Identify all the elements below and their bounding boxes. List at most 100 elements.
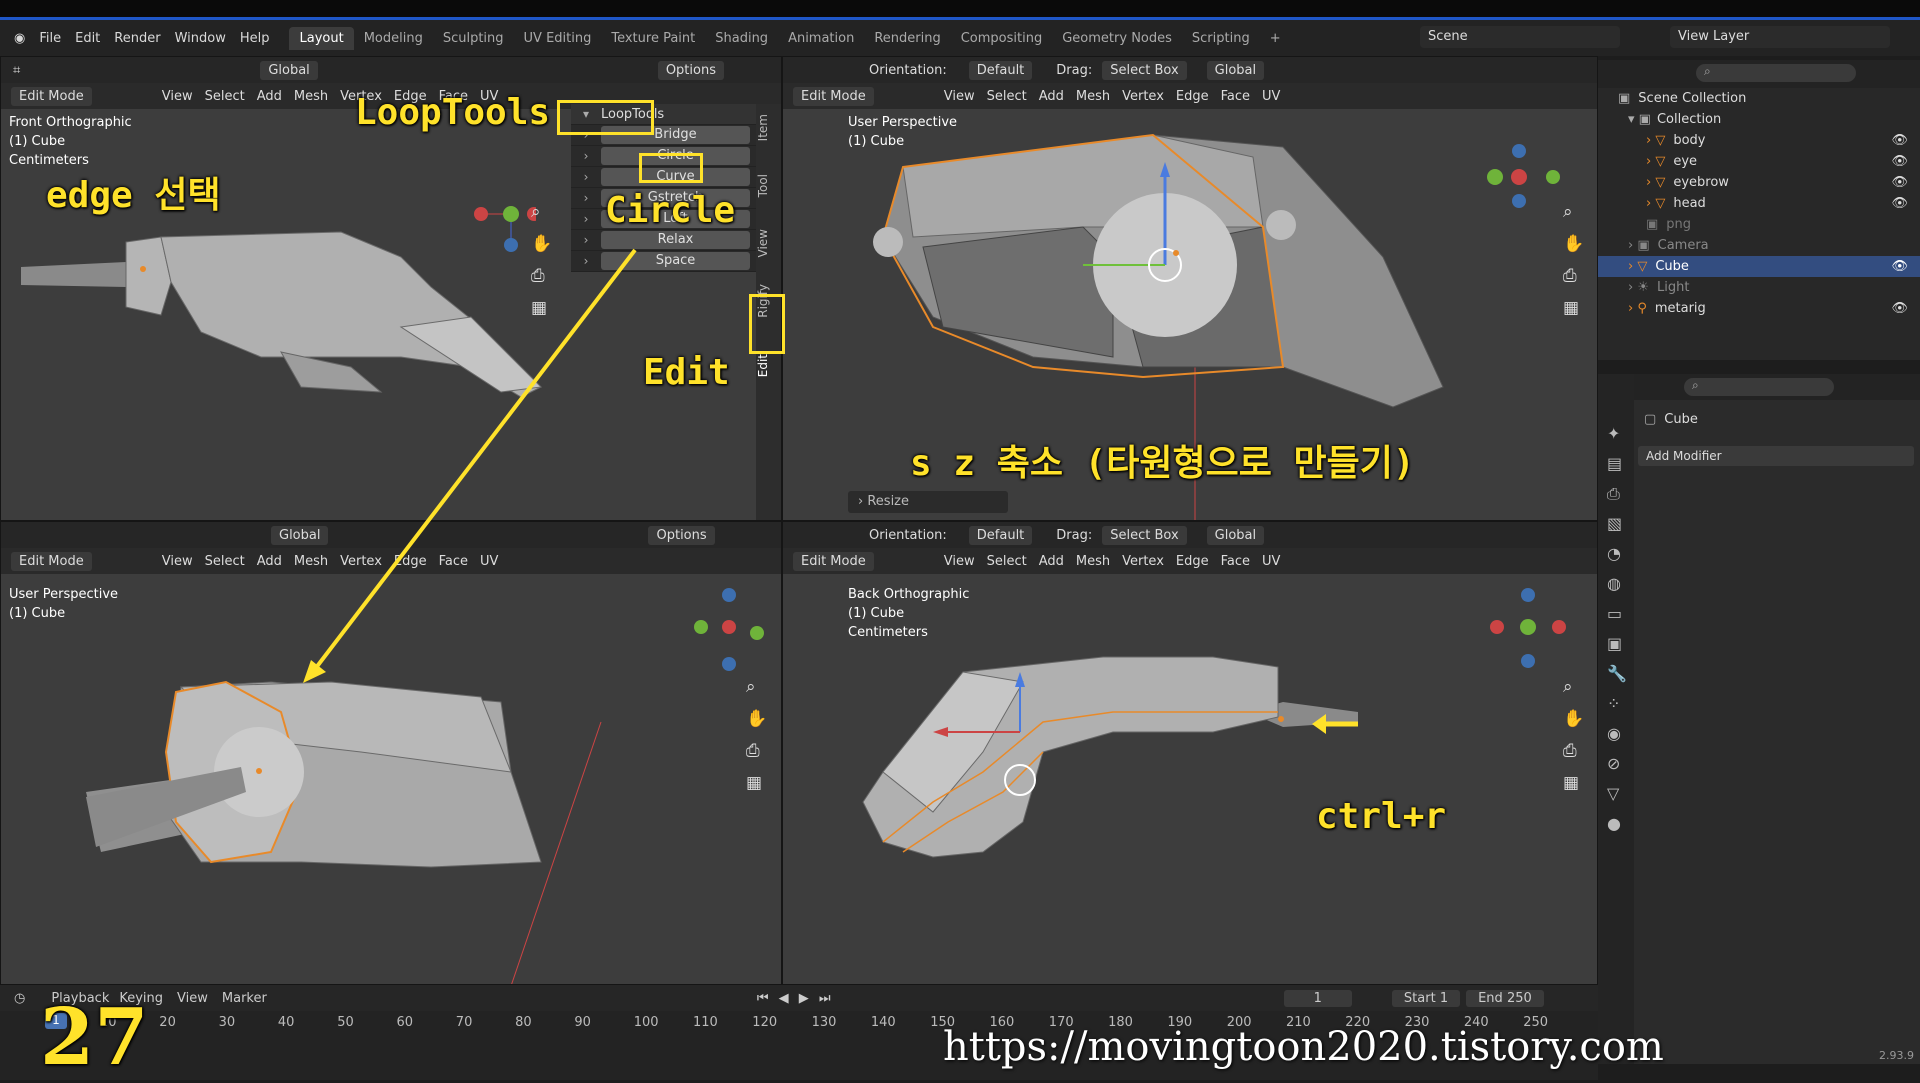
grid-icon[interactable]: ▦ (746, 773, 767, 793)
view-layer-selector[interactable]: View Layer (1670, 26, 1890, 48)
navigation-gizmo[interactable] (466, 142, 536, 262)
timeline-tick: 100 (633, 1015, 659, 1030)
outliner-item-eye[interactable]: › ▽ eye 👁 (1598, 151, 1920, 172)
playback-controls[interactable]: ⏮ ◀ ▶ ⏭ (757, 991, 834, 1006)
search-icon[interactable]: ⌕ (1696, 64, 1856, 82)
annotation-scale-z: s z 축소 (타원형으로 만들기) (910, 443, 1415, 484)
zoom-icon[interactable]: ⌕ (531, 202, 552, 222)
visibility-icon[interactable]: 👁 (1891, 301, 1908, 316)
outliner-item-cube[interactable]: › ▽ Cube 👁 (1598, 256, 1920, 277)
timeline-tick: 40 (277, 1015, 295, 1030)
pan-hand-icon[interactable]: ✋ (746, 709, 767, 729)
current-frame-field[interactable]: 1 (1283, 989, 1352, 1007)
tab-shading[interactable]: Shading (705, 27, 778, 50)
world-icon[interactable]: ◍ (1607, 569, 1634, 599)
outliner-item-metarig[interactable]: › ⚲ metarig 👁 (1598, 298, 1920, 319)
visibility-icon[interactable]: 👁 (1891, 196, 1908, 211)
menu-render[interactable]: Render (114, 31, 160, 46)
scene-selector[interactable]: Scene (1420, 26, 1620, 48)
annotation-looptools: LoopTools (355, 92, 551, 133)
tab-animation[interactable]: Animation (778, 27, 864, 50)
grid-icon[interactable]: ▦ (1563, 298, 1584, 318)
view-menu[interactable]: View (177, 991, 208, 1006)
outliner-item-body[interactable]: › ▽ body 👁 (1598, 130, 1920, 151)
tab-scripting[interactable]: Scripting (1182, 27, 1260, 50)
tab-view[interactable]: View (756, 229, 781, 257)
looptools-space[interactable]: › Space (571, 251, 756, 272)
collection-icon[interactable]: ▭ (1607, 599, 1634, 629)
menu-edit[interactable]: Edit (75, 31, 100, 46)
camera-icon[interactable]: ⎙ (746, 741, 767, 761)
visibility-icon[interactable]: 👁 (1891, 175, 1908, 190)
annotation-circle: Circle (605, 190, 736, 231)
outliner-item-eyebrow[interactable]: › ▽ eyebrow 👁 (1598, 172, 1920, 193)
camera-icon[interactable]: ⎙ (1563, 266, 1584, 286)
menu-help[interactable]: Help (240, 31, 270, 46)
outliner-item-head[interactable]: › ▽ head 👁 (1598, 193, 1920, 214)
data-icon[interactable]: ▽ (1607, 779, 1634, 809)
constraints-icon[interactable]: ⊘ (1607, 749, 1634, 779)
menu-file[interactable]: File (39, 31, 61, 46)
pan-hand-icon[interactable]: ✋ (1563, 709, 1584, 729)
collection-row[interactable]: ▾ ▣ Collection (1598, 109, 1920, 130)
visibility-icon[interactable]: 👁 (1891, 133, 1908, 148)
timeline-tick: 60 (396, 1015, 414, 1030)
tab-layout[interactable]: Layout (289, 26, 354, 50)
particles-icon[interactable]: ⁘ (1607, 689, 1634, 719)
grid-icon[interactable]: ▦ (531, 298, 552, 318)
outliner-item-camera[interactable]: › ▣ Camera (1598, 235, 1920, 256)
camera-icon[interactable]: ⎙ (1563, 741, 1584, 761)
properties-header: ⌕ (1634, 374, 1920, 400)
zoom-icon[interactable]: ⌕ (746, 677, 767, 697)
viewport-bottom-right[interactable]: Orientation: Default Drag: Select Box Gl… (782, 521, 1598, 985)
grid-icon[interactable]: ▦ (1563, 773, 1584, 793)
add-workspace-button[interactable]: + (1260, 27, 1291, 50)
pan-hand-icon[interactable]: ✋ (531, 234, 552, 254)
start-frame-field[interactable]: Start 1 (1391, 989, 1461, 1007)
tab-geometry-nodes[interactable]: Geometry Nodes (1052, 27, 1182, 50)
tab-item[interactable]: Item (756, 114, 781, 141)
render-icon[interactable]: ▤ (1607, 449, 1634, 479)
tab-tool[interactable]: Tool (756, 174, 781, 197)
zoom-icon[interactable]: ⌕ (1563, 202, 1584, 222)
tool-icon[interactable]: ✦ (1607, 419, 1634, 449)
scene-collection[interactable]: ▣ Scene Collection (1598, 88, 1920, 109)
navigation-gizmo[interactable] (1483, 587, 1573, 677)
blender-logo-icon[interactable]: ◉ (14, 31, 25, 46)
tab-edit[interactable]: Edit (756, 354, 781, 377)
navigation-gizmo[interactable] (691, 587, 771, 677)
object-icon[interactable]: ▣ (1607, 629, 1634, 659)
outliner-header: ⌕ (1598, 60, 1920, 88)
annotation-edge-select: edge 선택 (46, 175, 221, 216)
pan-hand-icon[interactable]: ✋ (1563, 234, 1584, 254)
output-icon[interactable]: ⎙ (1607, 479, 1634, 509)
clock-icon[interactable]: ◷ (14, 991, 25, 1006)
visibility-icon[interactable]: 👁 (1891, 259, 1908, 274)
search-icon[interactable]: ⌕ (1684, 378, 1834, 396)
navigation-gizmo[interactable] (1483, 137, 1573, 247)
tab-texture-paint[interactable]: Texture Paint (601, 27, 705, 50)
last-operator-panel[interactable]: › Resize (848, 491, 1008, 513)
modifier-wrench-icon[interactable]: 🔧 (1607, 659, 1634, 689)
add-modifier-button[interactable]: Add Modifier (1638, 446, 1914, 466)
view-layer-icon[interactable]: ▧ (1607, 509, 1634, 539)
tab-sculpting[interactable]: Sculpting (433, 27, 514, 50)
zoom-icon[interactable]: ⌕ (1563, 677, 1584, 697)
tab-rendering[interactable]: Rendering (864, 27, 950, 50)
tab-modeling[interactable]: Modeling (354, 27, 433, 50)
looptools-relax[interactable]: › Relax (571, 230, 756, 251)
tab-uv-editing[interactable]: UV Editing (514, 27, 602, 50)
outliner-item-light[interactable]: › ☀ Light (1598, 277, 1920, 298)
material-icon[interactable]: ● (1607, 809, 1634, 839)
tab-compositing[interactable]: Compositing (951, 27, 1053, 50)
scene-icon[interactable]: ◔ (1607, 539, 1634, 569)
viewport-bottom-left[interactable]: Global Options Edit Mode View Select Add… (0, 521, 782, 985)
physics-icon[interactable]: ◉ (1607, 719, 1634, 749)
navigation-controls: ⌕ ✋ ⎙ ▦ (1563, 677, 1584, 793)
menu-window[interactable]: Window (175, 31, 226, 46)
outliner-item-png[interactable]: ▣ png (1598, 214, 1920, 235)
visibility-icon[interactable]: 👁 (1891, 154, 1908, 169)
marker-menu[interactable]: Marker (222, 991, 267, 1006)
camera-icon[interactable]: ⎙ (531, 266, 552, 286)
end-frame-field[interactable]: End 250 (1466, 989, 1544, 1007)
